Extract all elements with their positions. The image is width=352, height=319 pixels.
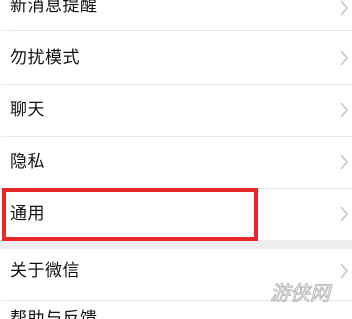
settings-item-label: 帮助与反馈 — [10, 309, 98, 319]
settings-item-label: 新消息提醒 — [10, 0, 98, 16]
highlight-box — [2, 188, 258, 241]
settings-item-label: 聊天 — [10, 100, 45, 120]
chevron-right-icon — [340, 50, 349, 66]
svg-text:游侠网: 游侠网 — [270, 281, 333, 305]
section-gap — [0, 240, 352, 249]
settings-item-label: 勿扰模式 — [10, 48, 80, 68]
chevron-right-icon — [340, 0, 349, 16]
settings-item-new-message-notification[interactable]: 新消息提醒 — [0, 0, 352, 30]
settings-item-label: 关于微信 — [10, 261, 80, 281]
settings-item-label: 隐私 — [10, 152, 45, 172]
settings-item-privacy[interactable]: 隐私 — [0, 137, 352, 188]
chevron-right-icon — [340, 102, 349, 118]
settings-item-chat[interactable]: 聊天 — [0, 85, 352, 136]
chevron-right-icon — [340, 206, 349, 222]
chevron-right-icon — [340, 154, 349, 170]
settings-screen: 新消息提醒 勿扰模式 聊天 隐私 通用 关于微信 帮助与反馈 游侠网 — [0, 0, 352, 319]
watermark-logo: 游侠网 — [270, 281, 334, 306]
settings-item-do-not-disturb[interactable]: 勿扰模式 — [0, 31, 352, 84]
